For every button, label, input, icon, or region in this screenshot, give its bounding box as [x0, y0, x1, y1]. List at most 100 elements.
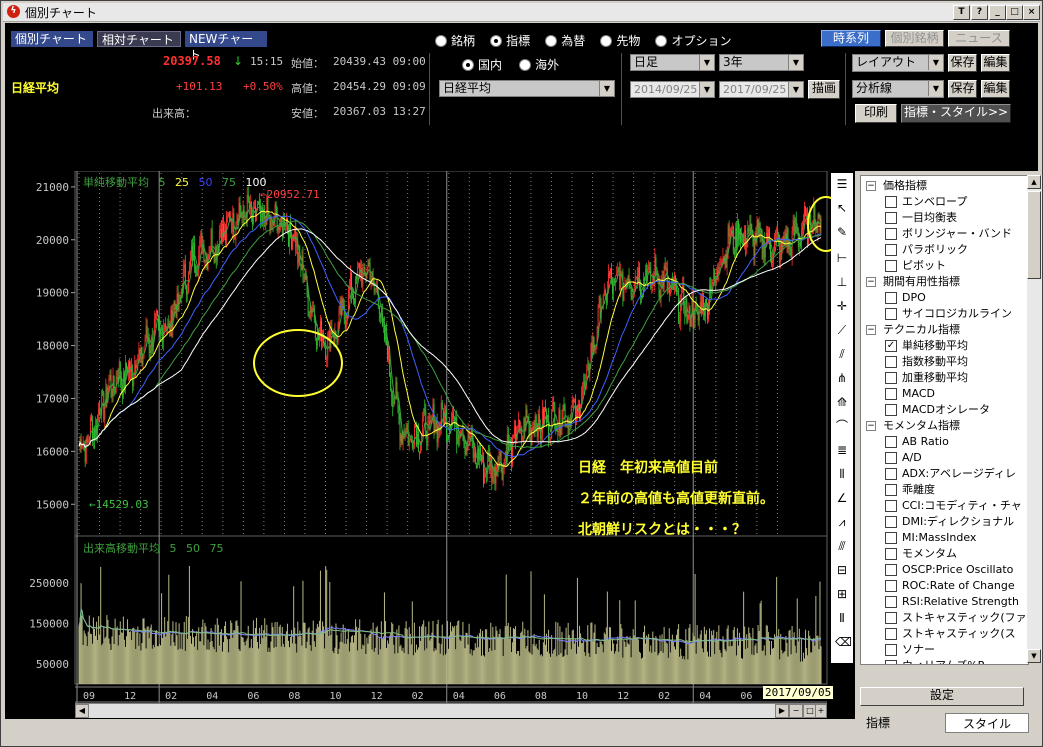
- print-button[interactable]: 印刷: [855, 104, 897, 123]
- scroll-left-icon[interactable]: ◀: [75, 704, 89, 718]
- font-button[interactable]: T: [953, 5, 970, 20]
- collapse-icon[interactable]: −: [866, 325, 876, 335]
- draw-button[interactable]: 描画: [808, 80, 840, 99]
- menu-lines-icon[interactable]: ☰: [835, 177, 849, 191]
- scroll-thumb[interactable]: [1027, 191, 1041, 279]
- radio-futures[interactable]: 先物: [600, 30, 640, 49]
- scroll-down-icon[interactable]: ▼: [1027, 649, 1041, 663]
- checkbox[interactable]: [885, 596, 897, 608]
- checkbox[interactable]: [885, 196, 897, 208]
- checkbox[interactable]: [885, 516, 897, 528]
- checkbox[interactable]: [885, 452, 897, 464]
- checkbox[interactable]: [885, 532, 897, 544]
- start-date-select[interactable]: 2014/09/25 ▼: [630, 81, 715, 98]
- quote-time: 15:15: [250, 55, 284, 68]
- text-tool-icon[interactable]: Ⅱ: [835, 611, 849, 625]
- radio-domestic[interactable]: 国内: [462, 54, 502, 73]
- timeseries-button[interactable]: 時系列: [821, 30, 881, 47]
- indicator-tree[interactable]: − 価格指標 エンベロープ 一目均衡表 ボリンジャー・バンド パラボリック ピボット − 期間有…: [860, 175, 1029, 665]
- checkbox[interactable]: [885, 260, 897, 272]
- checkbox[interactable]: [885, 244, 897, 256]
- radio-forex[interactable]: 為替: [545, 30, 585, 49]
- checkbox[interactable]: [885, 548, 897, 560]
- pencil-icon[interactable]: ✎: [835, 225, 849, 239]
- checkbox[interactable]: [885, 612, 897, 624]
- trend-line-icon[interactable]: ⟋: [835, 323, 849, 337]
- range-select[interactable]: 3年 ▼: [719, 54, 804, 71]
- horizontal-scrollbar[interactable]: ◀ ▶ − □ +: [75, 703, 827, 718]
- edit-layout-button[interactable]: 編集: [981, 54, 1010, 72]
- symbol-select[interactable]: 日経平均 ▼: [439, 80, 615, 97]
- scroll-up-icon[interactable]: ▲: [1027, 175, 1041, 189]
- checkbox[interactable]: [885, 468, 897, 480]
- frequency-select[interactable]: 日足 ▼: [630, 54, 715, 71]
- edit-analysis-button[interactable]: 編集: [981, 80, 1010, 98]
- tab-style[interactable]: スタイル: [945, 713, 1029, 733]
- price-chart[interactable]: 21000 20000 19000 18000 17000 16000 15000 2500…: [5, 171, 855, 719]
- pointer-icon[interactable]: ↖: [835, 201, 849, 215]
- checkbox[interactable]: [885, 372, 897, 384]
- fibonacci-levels-icon[interactable]: ⊟: [835, 563, 849, 577]
- horizontal-line-icon[interactable]: ⊢: [835, 251, 849, 265]
- checkbox[interactable]: [885, 484, 897, 496]
- fan-line-icon[interactable]: ⋔: [835, 371, 849, 385]
- collapse-icon[interactable]: −: [866, 421, 876, 431]
- indicators-style-button[interactable]: 指標・スタイル>>: [901, 104, 1011, 123]
- radio-overseas[interactable]: 海外: [519, 54, 559, 73]
- tab-indicator[interactable]: 指標: [860, 713, 944, 733]
- tree-item-label: RSI:Relative Strength: [902, 595, 1020, 608]
- checkbox[interactable]: [885, 308, 897, 320]
- tab-new-chart[interactable]: NEWチャート: [185, 31, 267, 62]
- maximize-button[interactable]: □: [1006, 5, 1023, 20]
- tree-scrollbar[interactable]: ▲ ▼: [1027, 175, 1042, 663]
- checkbox[interactable]: [885, 388, 897, 400]
- close-button[interactable]: ×: [1023, 5, 1040, 20]
- radio-stock[interactable]: 銘柄: [435, 30, 475, 49]
- vertical-line-icon[interactable]: ⊥: [835, 275, 849, 289]
- zoom-out-icon[interactable]: −: [789, 704, 803, 718]
- checkbox[interactable]: [885, 436, 897, 448]
- channel-icon[interactable]: ⫻: [835, 539, 849, 553]
- checkbox[interactable]: [885, 500, 897, 512]
- collapse-icon[interactable]: −: [866, 277, 876, 287]
- arc-icon[interactable]: ⌒: [835, 419, 849, 433]
- cycle-lines-icon[interactable]: ⦀: [835, 467, 849, 481]
- speed-line-icon[interactable]: ⩘: [835, 515, 849, 529]
- checkbox[interactable]: ✓: [885, 340, 897, 352]
- checkbox[interactable]: [885, 660, 897, 664]
- checkbox[interactable]: [885, 628, 897, 640]
- retracement-icon[interactable]: ≣: [835, 443, 849, 457]
- fibonacci-time-icon[interactable]: ⊞: [835, 587, 849, 601]
- tab-individual-chart[interactable]: 個別チャート: [11, 31, 93, 47]
- zoom-in-icon[interactable]: +: [815, 704, 827, 718]
- checkbox[interactable]: [885, 228, 897, 240]
- radio-options[interactable]: オプション: [655, 30, 731, 49]
- scroll-right-icon[interactable]: ▶: [775, 704, 789, 718]
- settings-button[interactable]: 設定: [860, 687, 1024, 706]
- checkbox[interactable]: [885, 580, 897, 592]
- angle-line-icon[interactable]: ∠: [835, 491, 849, 505]
- help-button[interactable]: ?: [971, 5, 988, 20]
- layout-select[interactable]: レイアウト ▼: [852, 54, 944, 72]
- analysis-line-select[interactable]: 分析線 ▼: [852, 80, 944, 98]
- save-analysis-button[interactable]: 保存: [948, 80, 977, 98]
- minimize-button[interactable]: _: [989, 5, 1006, 20]
- checkbox[interactable]: [885, 356, 897, 368]
- radio-index[interactable]: 指標: [490, 30, 530, 49]
- checkbox[interactable]: [885, 644, 897, 656]
- eraser-icon[interactable]: ⌫: [835, 635, 852, 649]
- checkbox[interactable]: [885, 292, 897, 304]
- news-button[interactable]: ニュース: [948, 30, 1010, 47]
- parallel-line-icon[interactable]: ⫽: [835, 347, 849, 361]
- save-layout-button[interactable]: 保存: [948, 54, 977, 72]
- end-date-select[interactable]: 2017/09/25 ▼: [719, 81, 804, 98]
- cross-line-icon[interactable]: ✛: [835, 299, 849, 313]
- stock-detail-button[interactable]: 個別銘柄: [885, 30, 944, 47]
- collapse-icon[interactable]: −: [866, 181, 876, 191]
- chart-area[interactable]: 21000 20000 19000 18000 17000 16000 15000 2500…: [5, 171, 855, 719]
- fibonacci-fan-icon[interactable]: ⟰: [835, 395, 849, 409]
- tab-relative-chart[interactable]: 相対チャート: [97, 31, 181, 47]
- checkbox[interactable]: [885, 212, 897, 224]
- checkbox[interactable]: [885, 404, 897, 416]
- checkbox[interactable]: [885, 564, 897, 576]
